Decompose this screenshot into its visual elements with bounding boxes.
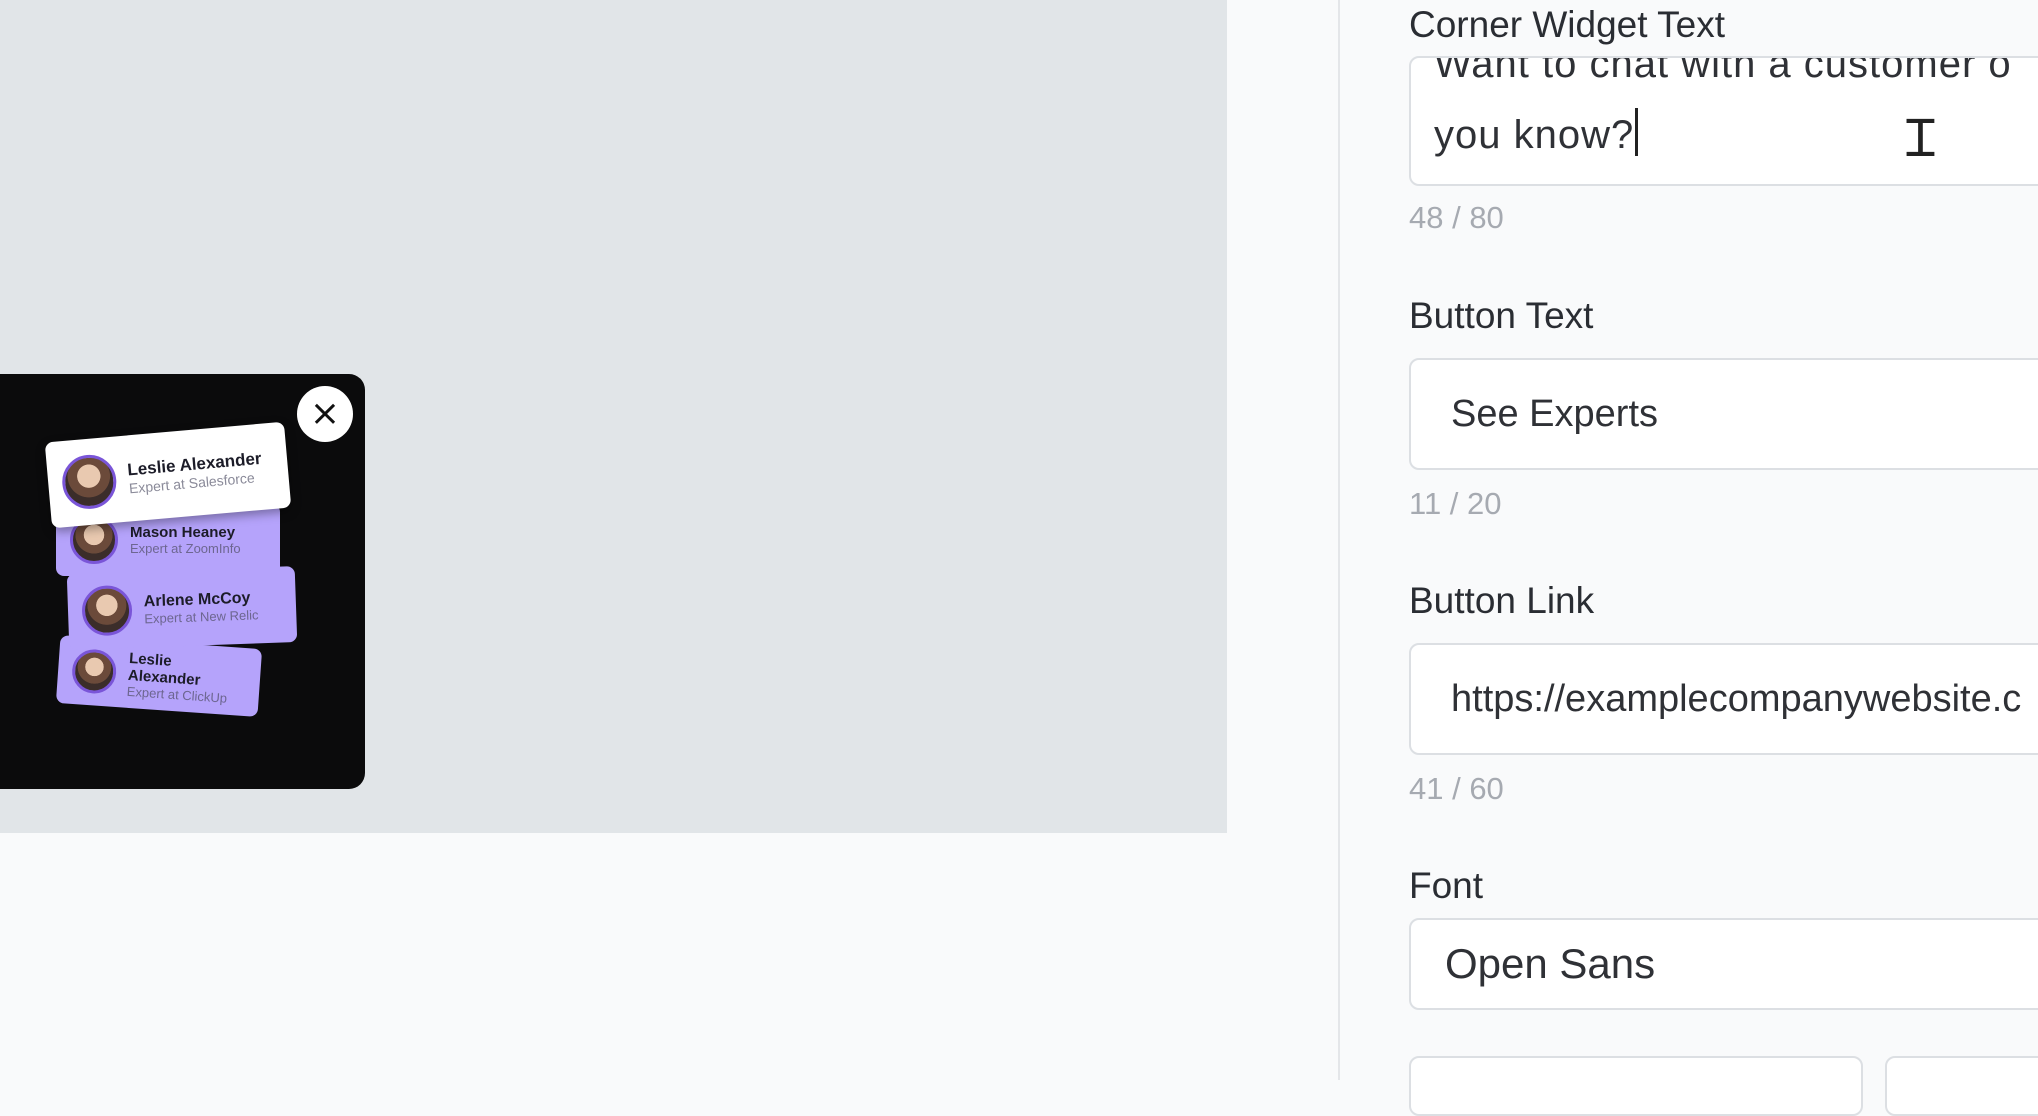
text-caret — [1635, 108, 1639, 156]
button-link-value: https://examplecompanywebsite.c — [1451, 677, 2022, 720]
avatar — [70, 647, 118, 695]
button-text-value: See Experts — [1451, 392, 1658, 435]
textarea-line: you know? — [1434, 108, 1639, 158]
close-icon[interactable]: × — [297, 386, 353, 442]
font-select-value: Open Sans — [1445, 940, 1656, 987]
button-link-counter: 41 / 60 — [1409, 771, 1504, 806]
font-label: Font — [1409, 865, 1484, 906]
font-select[interactable]: Open Sans — [1409, 918, 2038, 1010]
button-text-counter: 11 / 20 — [1409, 486, 1502, 521]
expert-card: Arlene McCoy Expert at New Relic — [66, 566, 298, 650]
color-input[interactable] — [1409, 1056, 1863, 1116]
expert-name: Mason Heaney — [130, 524, 236, 541]
button-link-label: Button Link — [1409, 580, 1595, 621]
corner-widget-text-input[interactable]: Want to chat with a customer o you know? — [1409, 56, 2038, 186]
avatar — [81, 584, 133, 637]
button-text-input[interactable]: See Experts — [1409, 358, 2038, 470]
avatar — [60, 452, 119, 512]
ibeam-cursor-icon: Ɪ — [1906, 109, 1935, 169]
corner-widget-text-counter: 48 / 80 — [1409, 200, 1504, 235]
size-input[interactable] — [1885, 1056, 2038, 1116]
textarea-line-text: you know? — [1434, 113, 1635, 157]
corner-widget-text-label: Corner Widget Text — [1409, 4, 1725, 45]
panel-divider — [1338, 0, 1340, 1080]
button-text-label: Button Text — [1409, 295, 1594, 336]
button-link-input[interactable]: https://examplecompanywebsite.c — [1409, 643, 2038, 755]
expert-role: Expert at New Relic — [144, 606, 259, 626]
expert-role: Expert at ZoomInfo — [130, 541, 241, 556]
textarea-line: Want to chat with a customer o — [1434, 56, 2012, 86]
